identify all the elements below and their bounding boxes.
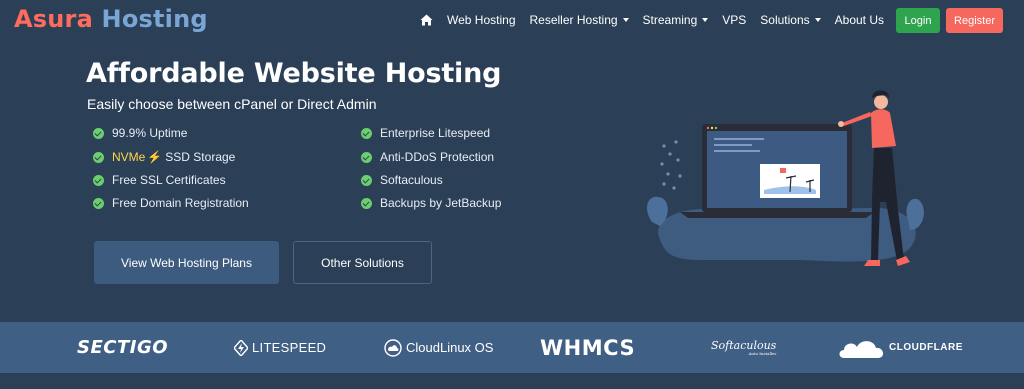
check-circle-icon (93, 127, 104, 139)
nvme-label: NVMe (112, 150, 146, 164)
brand-name-part1: Asura (14, 5, 93, 33)
nav-item-label: Reseller Hosting (529, 13, 618, 27)
litespeed-logo-text: LITESPEED (252, 340, 327, 355)
feature-item: NVMe ⚡ SSD Storage (93, 150, 235, 164)
feature-item: 99.9% Uptime (93, 126, 187, 140)
feature-label: Softaculous (380, 173, 443, 187)
feature-item: Free SSL Certificates (93, 173, 226, 187)
feature-item: Backups by JetBackup (361, 196, 501, 210)
feature-item: Free Domain Registration (93, 196, 249, 210)
cloudflare-logo: CLOUDFLARE (838, 322, 963, 373)
litespeed-icon (234, 339, 248, 356)
nav-item-web-hosting[interactable]: Web Hosting (447, 13, 515, 27)
cloud-icon (839, 340, 884, 358)
check-circle-icon (361, 197, 372, 209)
nav-item-reseller-hosting[interactable]: Reseller Hosting (530, 13, 629, 27)
whmcs-logo-text: WHMCS (540, 335, 636, 360)
nav-item-solutions[interactable]: Solutions (760, 13, 821, 27)
login-button[interactable]: Login (896, 8, 940, 33)
check-circle-icon (93, 151, 104, 163)
nav-item-streaming[interactable]: Streaming (643, 13, 709, 27)
register-button[interactable]: Register (946, 8, 1003, 33)
other-solutions-button[interactable]: Other Solutions (293, 241, 432, 284)
hero-illustration (647, 90, 924, 266)
nav-item-vps[interactable]: VPS (722, 13, 746, 27)
bottom-strip (0, 373, 1024, 389)
sectigo-logo: SECTIGO (77, 322, 168, 373)
caret-down-icon (702, 18, 709, 22)
feature-item: Anti-DDoS Protection (361, 150, 494, 164)
softaculous-logo: Softaculous Auto Installer (711, 322, 776, 373)
hero-subtitle: Easily choose between cPanel or Direct A… (87, 96, 377, 112)
feature-label: Free SSL Certificates (112, 173, 226, 187)
feature-label: SSD Storage (165, 150, 236, 164)
cloudlinux-logo: CloudLinux OS (384, 322, 493, 373)
feature-label: 99.9% Uptime (112, 126, 188, 140)
softaculous-tagline: Auto Installer (748, 350, 777, 356)
check-circle-icon (361, 127, 372, 139)
top-navbar: Asura Hosting Web Hosting Reseller Hosti… (0, 0, 1024, 42)
check-circle-icon (361, 174, 372, 186)
cloudflare-logo-text: CLOUDFLARE (889, 342, 963, 353)
nav-item-label: VPS (722, 13, 747, 27)
lightning-bolt-icon: ⚡ (147, 150, 163, 164)
feature-item: Softaculous (361, 173, 443, 187)
nav-item-label: Streaming (642, 13, 698, 27)
cloudlinux-icon (384, 338, 402, 357)
hero-title: Affordable Website Hosting (86, 58, 502, 89)
nav-item-label: About Us (834, 13, 884, 27)
sectigo-logo-text: SECTIGO (77, 337, 169, 358)
litespeed-logo: LITESPEED (234, 322, 326, 373)
feature-label: Backups by JetBackup (380, 196, 502, 210)
caret-down-icon (622, 18, 629, 22)
brand-name-part2: Hosting (101, 5, 208, 33)
home-icon (420, 14, 433, 26)
whmcs-logo: WHMCS (540, 322, 635, 373)
feature-label: Free Domain Registration (112, 196, 249, 210)
view-hosting-plans-button[interactable]: View Web Hosting Plans (94, 241, 279, 284)
softaculous-logo-text: Softaculous (711, 338, 777, 352)
check-circle-icon (93, 174, 104, 186)
check-circle-icon (93, 197, 104, 209)
cloudlinux-logo-text: CloudLinux OS (406, 340, 494, 355)
feature-label: Enterprise Litespeed (380, 126, 491, 140)
partner-logos-bar: SECTIGO LITESPEED CloudLinux OS WHMCS So… (0, 322, 1024, 373)
home-link[interactable] (420, 14, 433, 26)
feature-item: Enterprise Litespeed (361, 126, 490, 140)
check-circle-icon (361, 151, 372, 163)
main-menu: Web Hosting Reseller Hosting Streaming V… (406, 13, 884, 27)
nav-item-label: Web Hosting (447, 13, 516, 27)
nav-item-about-us[interactable]: About Us (835, 13, 884, 27)
feature-label: Anti-DDoS Protection (380, 150, 495, 164)
brand-logo[interactable]: Asura Hosting (14, 5, 208, 33)
caret-down-icon (814, 18, 821, 22)
nav-item-label: Solutions (760, 13, 810, 27)
